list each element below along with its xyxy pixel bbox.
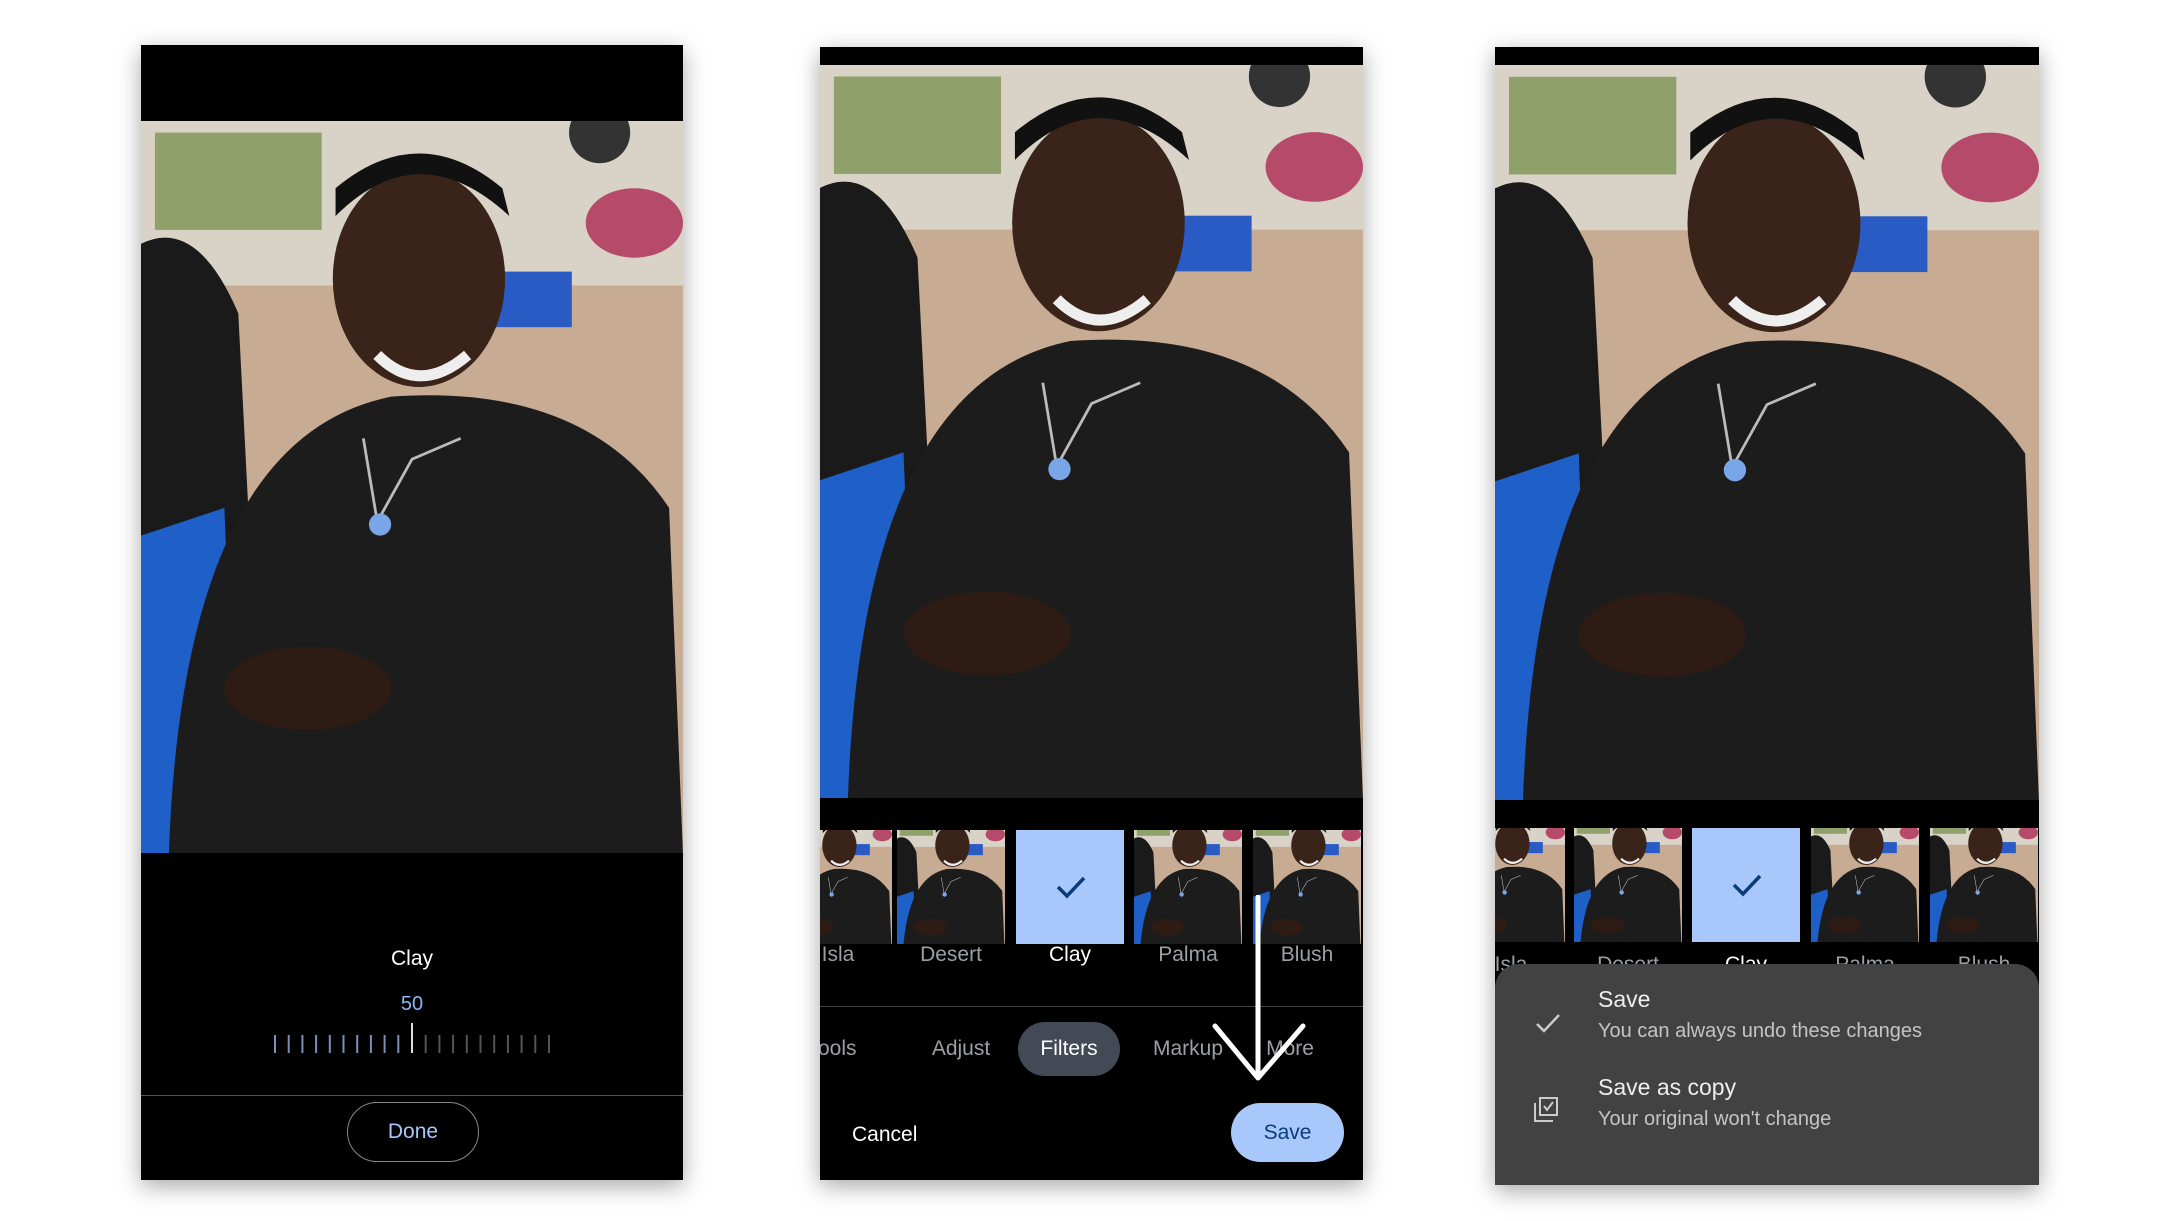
filter-preview-image [897, 830, 1005, 944]
tab-filters[interactable]: Filters [1040, 1037, 1097, 1061]
cancel-button[interactable]: Cancel [852, 1123, 917, 1147]
filter-preview-image [1930, 828, 2038, 942]
photo-preview [820, 65, 1363, 798]
save-options-screen: IslaDesertClayPalmaBlush Save You can al… [1495, 47, 2039, 1185]
filter-label: Isla [821, 943, 855, 966]
check-icon [1536, 1014, 1560, 1033]
tab-tools[interactable]: Tools [820, 1037, 857, 1061]
check-icon [1732, 874, 1762, 897]
filter-thumb-isla[interactable] [820, 830, 892, 944]
option-title: Save as copy [1598, 1074, 1737, 1100]
filter-thumb-desert[interactable] [897, 830, 1005, 944]
check-icon [1056, 876, 1086, 899]
filter-label: Clay [1048, 943, 1092, 966]
done-button[interactable]: Done [347, 1102, 479, 1162]
save-options-sheet: Save You can always undo these changes S… [1495, 964, 2039, 1185]
option-subtitle: Your original won't change [1598, 1108, 1832, 1130]
filter-name: Clay [390, 947, 434, 970]
photo-preview [141, 121, 683, 853]
arrow-annotation-icon [1212, 895, 1306, 1081]
save-as-copy-option[interactable]: Save as copy Your original won't change [1495, 1074, 2039, 1164]
filter-thumb-clay[interactable] [1016, 830, 1124, 944]
filter-thumb-isla[interactable] [1495, 828, 1565, 942]
save-button-label: Save [1263, 1120, 1312, 1144]
intensity-slider[interactable] [271, 1023, 553, 1059]
tab-adjust[interactable]: Adjust [932, 1037, 990, 1061]
filter-thumb-clay[interactable] [1692, 828, 1800, 942]
filter-preview-image [1495, 828, 1565, 942]
filter-thumb-desert[interactable] [1574, 828, 1682, 942]
filter-preview-image [820, 830, 892, 944]
save-button[interactable]: Save [1231, 1103, 1344, 1162]
save-option[interactable]: Save You can always undo these changes [1495, 982, 2039, 1072]
intensity-value: 50 [400, 993, 424, 1015]
filter-preview-image [1811, 828, 1919, 942]
option-subtitle: You can always undo these changes [1598, 1020, 1922, 1042]
option-title: Save [1598, 986, 1651, 1012]
filter-thumb-blush[interactable] [1930, 828, 2038, 942]
divider [141, 1095, 683, 1096]
filter-intensity-screen: Clay 50 Done [141, 45, 683, 1180]
filter-label: Desert [920, 943, 982, 966]
save-copy-icon [1534, 1097, 1558, 1122]
photo-preview [1495, 65, 2039, 800]
slider-ticks [274, 1023, 550, 1053]
filter-preview-image [1574, 828, 1682, 942]
filter-thumb-palma[interactable] [1811, 828, 1919, 942]
